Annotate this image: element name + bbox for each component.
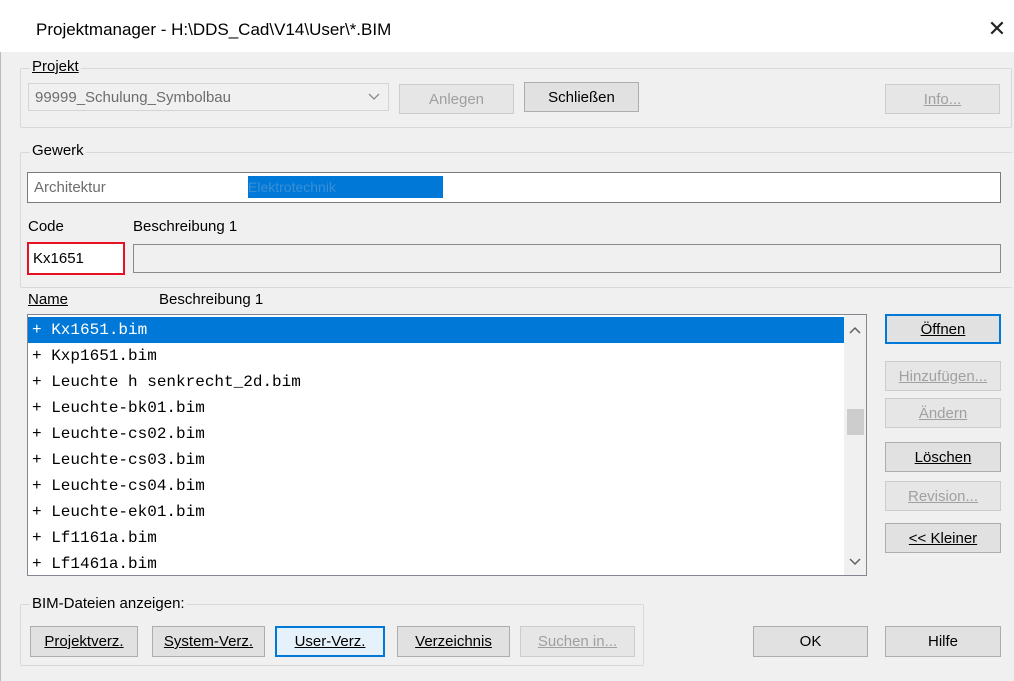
gewerk-label: Gewerk bbox=[30, 142, 86, 159]
loeschen-button[interactable]: Löschen bbox=[885, 442, 1001, 472]
list-item[interactable]: + Kx1651.bim bbox=[28, 317, 844, 343]
list-item[interactable]: + Leuchte-ek01.bim bbox=[28, 499, 844, 525]
gewerk-item-architektur[interactable]: Architektur bbox=[34, 179, 106, 196]
bim-label: BIM-Dateien anzeigen: bbox=[30, 595, 187, 612]
list-item[interactable]: + Leuchte-cs03.bim bbox=[28, 447, 844, 473]
chevron-down-icon bbox=[368, 88, 380, 107]
projekt-combobox[interactable]: 99999_Schulung_Symbolbau bbox=[28, 83, 389, 111]
hinzufuegen-button[interactable]: Hinzufügen... bbox=[885, 361, 1001, 391]
systemverz-button[interactable]: System-Verz. bbox=[152, 626, 265, 657]
list-item[interactable]: + Kxp1651.bim bbox=[28, 343, 844, 369]
list-item[interactable]: + Leuchte-cs02.bim bbox=[28, 421, 844, 447]
gewerk-item-elektrotechnik[interactable]: Elektrotechnik bbox=[248, 176, 443, 198]
revision-button[interactable]: Revision... bbox=[885, 481, 1001, 511]
code-input[interactable]: Kx1651 bbox=[27, 242, 125, 275]
info-button[interactable]: Info... bbox=[885, 84, 1000, 114]
file-list[interactable]: + Kx1651.bim + Kxp1651.bim + Leuchte h s… bbox=[27, 314, 867, 576]
list-item[interactable]: + Lf1461a.bim bbox=[28, 551, 844, 575]
gewerk-list[interactable]: Architektur Elektrotechnik bbox=[27, 172, 1001, 203]
beschreibung-input[interactable] bbox=[133, 244, 1001, 273]
scroll-up-icon[interactable] bbox=[848, 323, 862, 340]
suchen-button[interactable]: Suchen in... bbox=[520, 626, 635, 657]
projektverz-button[interactable]: Projektverz. bbox=[30, 626, 138, 657]
list-item[interactable]: + Lf1161a.bim bbox=[28, 525, 844, 551]
scroll-thumb[interactable] bbox=[847, 409, 864, 435]
column-header-beschreibung[interactable]: Beschreibung 1 bbox=[159, 291, 263, 308]
ok-button[interactable]: OK bbox=[753, 626, 868, 657]
projekt-combobox-value: 99999_Schulung_Symbolbau bbox=[35, 89, 231, 106]
oeffnen-button[interactable]: Öffnen bbox=[885, 314, 1001, 344]
list-item[interactable]: + Leuchte-bk01.bim bbox=[28, 395, 844, 421]
kleiner-button[interactable]: << Kleiner bbox=[885, 523, 1001, 553]
anlegen-button[interactable]: Anlegen bbox=[399, 84, 514, 114]
code-label: Code bbox=[28, 218, 64, 235]
schliessen-button[interactable]: Schließen bbox=[524, 82, 639, 112]
close-icon[interactable]: ✕ bbox=[982, 14, 1012, 44]
list-scrollbar[interactable] bbox=[844, 315, 866, 575]
list-item[interactable]: + Leuchte h senkrecht_2d.bim bbox=[28, 369, 844, 395]
scroll-down-icon[interactable] bbox=[848, 555, 862, 572]
column-header-name[interactable]: Name bbox=[28, 291, 68, 308]
verzeichnis-button[interactable]: Verzeichnis bbox=[397, 626, 510, 657]
hilfe-button[interactable]: Hilfe bbox=[885, 626, 1001, 657]
list-item[interactable]: + Leuchte-cs04.bim bbox=[28, 473, 844, 499]
aendern-button[interactable]: Ändern bbox=[885, 398, 1001, 428]
window-title: Projektmanager - H:\DDS_Cad\V14\User\*.B… bbox=[36, 20, 392, 39]
beschreibung-label: Beschreibung 1 bbox=[133, 218, 238, 235]
projekt-label: Projekt bbox=[30, 58, 81, 75]
userverz-button[interactable]: User-Verz. bbox=[275, 626, 385, 657]
